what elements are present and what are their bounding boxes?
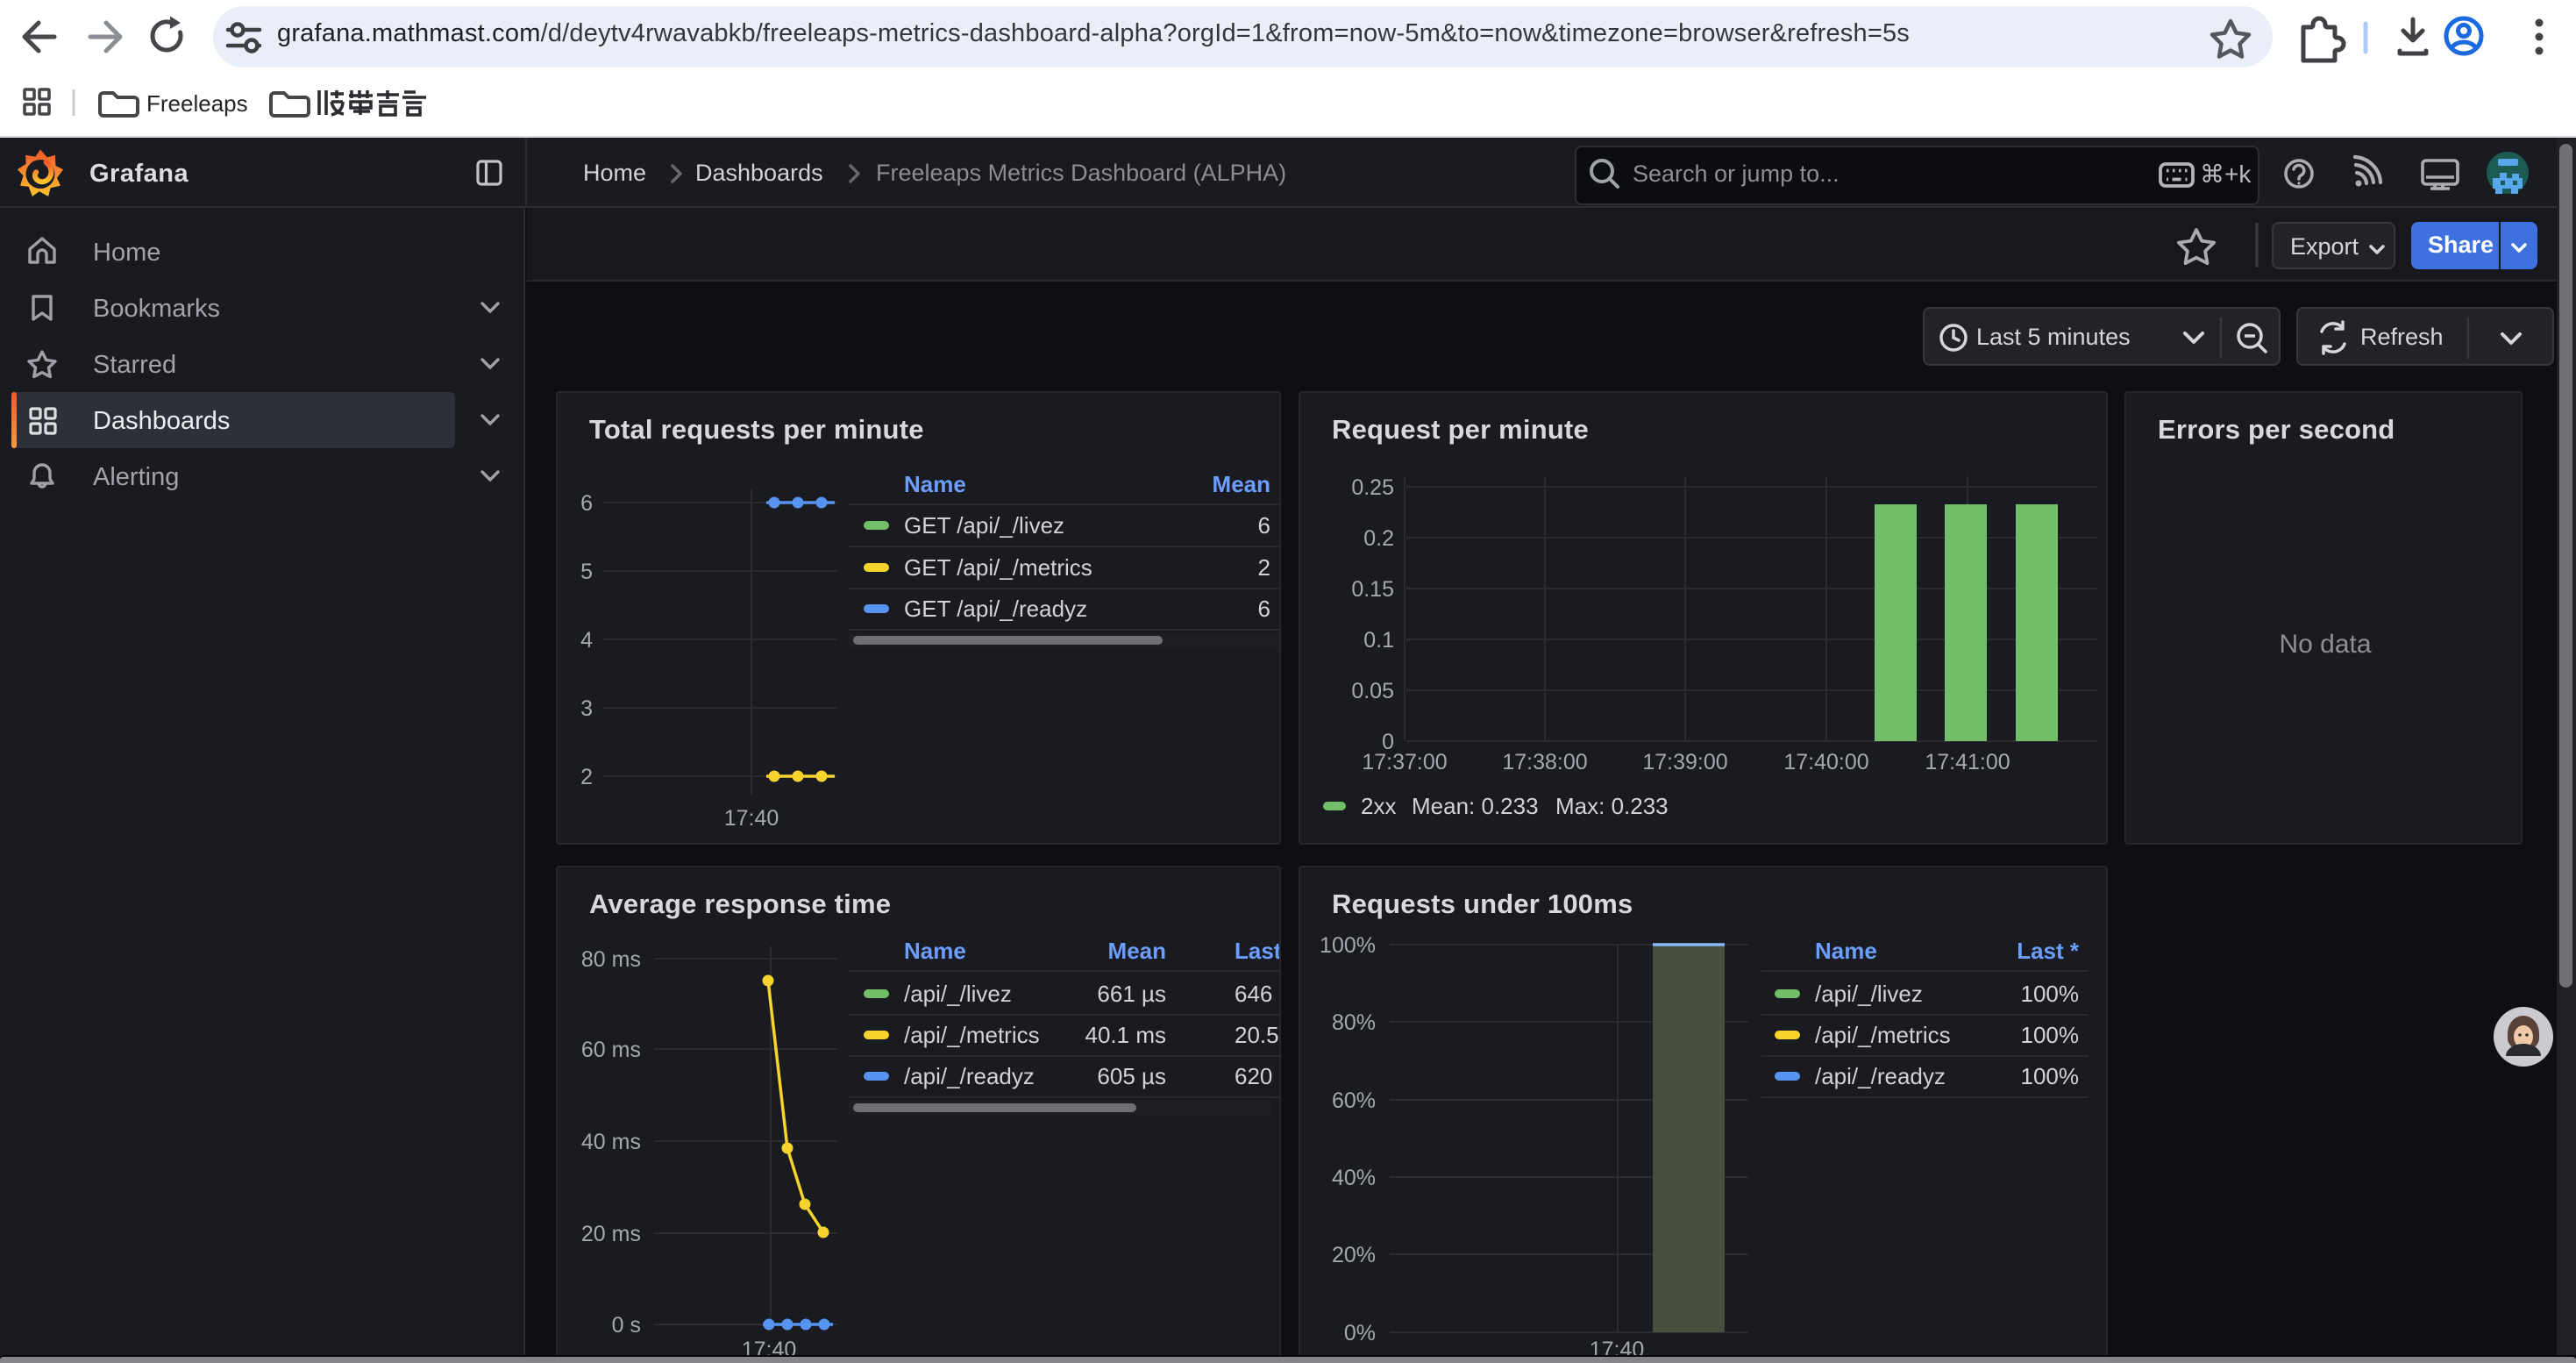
svg-text:Last: Last: [1235, 938, 1281, 964]
svg-text:/api/_/livez: /api/_/livez: [904, 981, 1012, 1007]
svg-text:0%: 0%: [1344, 1321, 1376, 1345]
svg-text:60%: 60%: [1332, 1088, 1376, 1113]
svg-text:/api/_/readyz: /api/_/readyz: [1815, 1063, 1946, 1089]
svg-text:17:41:00: 17:41:00: [1925, 750, 2010, 774]
svg-text:0.25: 0.25: [1351, 475, 1394, 500]
svg-text:20 ms: 20 ms: [581, 1222, 641, 1246]
svg-text:0 s: 0 s: [612, 1313, 641, 1338]
svg-text:2: 2: [580, 765, 593, 789]
svg-text:/api/_/metrics: /api/_/metrics: [1815, 1022, 1951, 1048]
svg-text:0.15: 0.15: [1351, 577, 1394, 602]
svg-text:Mean: 0.233: Mean: 0.233: [1412, 793, 1539, 819]
svg-text:/api/_/readyz: /api/_/readyz: [904, 1063, 1035, 1089]
svg-text:6: 6: [580, 491, 593, 516]
svg-text:100%: 100%: [1320, 933, 1376, 958]
svg-text:Mean: Mean: [1213, 471, 1270, 497]
svg-text:6: 6: [1258, 512, 1270, 539]
svg-text:Name: Name: [904, 938, 966, 964]
svg-text:/api/_/livez: /api/_/livez: [1815, 981, 1923, 1007]
svg-text:Last *: Last *: [2017, 938, 2080, 964]
svg-text:2xx: 2xx: [1361, 793, 1396, 819]
svg-text:17:40: 17:40: [724, 806, 779, 831]
svg-text:3: 3: [580, 696, 593, 721]
svg-text:5: 5: [580, 560, 593, 584]
svg-text:40.1 ms: 40.1 ms: [1085, 1022, 1167, 1048]
svg-text:17:39:00: 17:39:00: [1642, 750, 1727, 774]
svg-text:Mean: Mean: [1108, 938, 1166, 964]
svg-text:0.2: 0.2: [1363, 526, 1394, 551]
svg-text:20%: 20%: [1332, 1243, 1376, 1267]
svg-text:80%: 80%: [1332, 1010, 1376, 1035]
svg-text:GET /api/_/readyz: GET /api/_/readyz: [904, 596, 1087, 622]
svg-text:/api/_/metrics: /api/_/metrics: [904, 1022, 1040, 1048]
svg-text:GET /api/_/livez: GET /api/_/livez: [904, 512, 1064, 539]
svg-text:80 ms: 80 ms: [581, 947, 641, 972]
svg-text:17:37:00: 17:37:00: [1362, 750, 1447, 774]
svg-text:646 µs: 646 µs: [1235, 981, 1281, 1007]
svg-text:620 µs: 620 µs: [1235, 1063, 1281, 1089]
svg-text:40 ms: 40 ms: [581, 1130, 641, 1154]
svg-text:40%: 40%: [1332, 1166, 1376, 1190]
svg-text:100%: 100%: [2021, 1063, 2080, 1089]
svg-text:17:38:00: 17:38:00: [1502, 750, 1587, 774]
svg-text:6: 6: [1258, 596, 1270, 622]
svg-text:Name: Name: [1815, 938, 1877, 964]
svg-text:0.1: 0.1: [1363, 628, 1394, 653]
svg-text:Name: Name: [904, 471, 966, 497]
svg-text:GET /api/_/metrics: GET /api/_/metrics: [904, 554, 1092, 581]
svg-text:Max: 0.233: Max: 0.233: [1555, 793, 1669, 819]
svg-text:60 ms: 60 ms: [581, 1038, 641, 1062]
svg-text:661 µs: 661 µs: [1097, 981, 1166, 1007]
svg-text:605 µs: 605 µs: [1097, 1063, 1166, 1089]
svg-text:0.05: 0.05: [1351, 679, 1394, 703]
svg-text:4: 4: [580, 628, 593, 653]
svg-text:100%: 100%: [2021, 1022, 2080, 1048]
svg-text:17:40:00: 17:40:00: [1783, 750, 1868, 774]
svg-text:100%: 100%: [2021, 981, 2080, 1007]
svg-text:2: 2: [1258, 554, 1270, 581]
svg-text:20.5 ms: 20.5 ms: [1235, 1022, 1281, 1048]
